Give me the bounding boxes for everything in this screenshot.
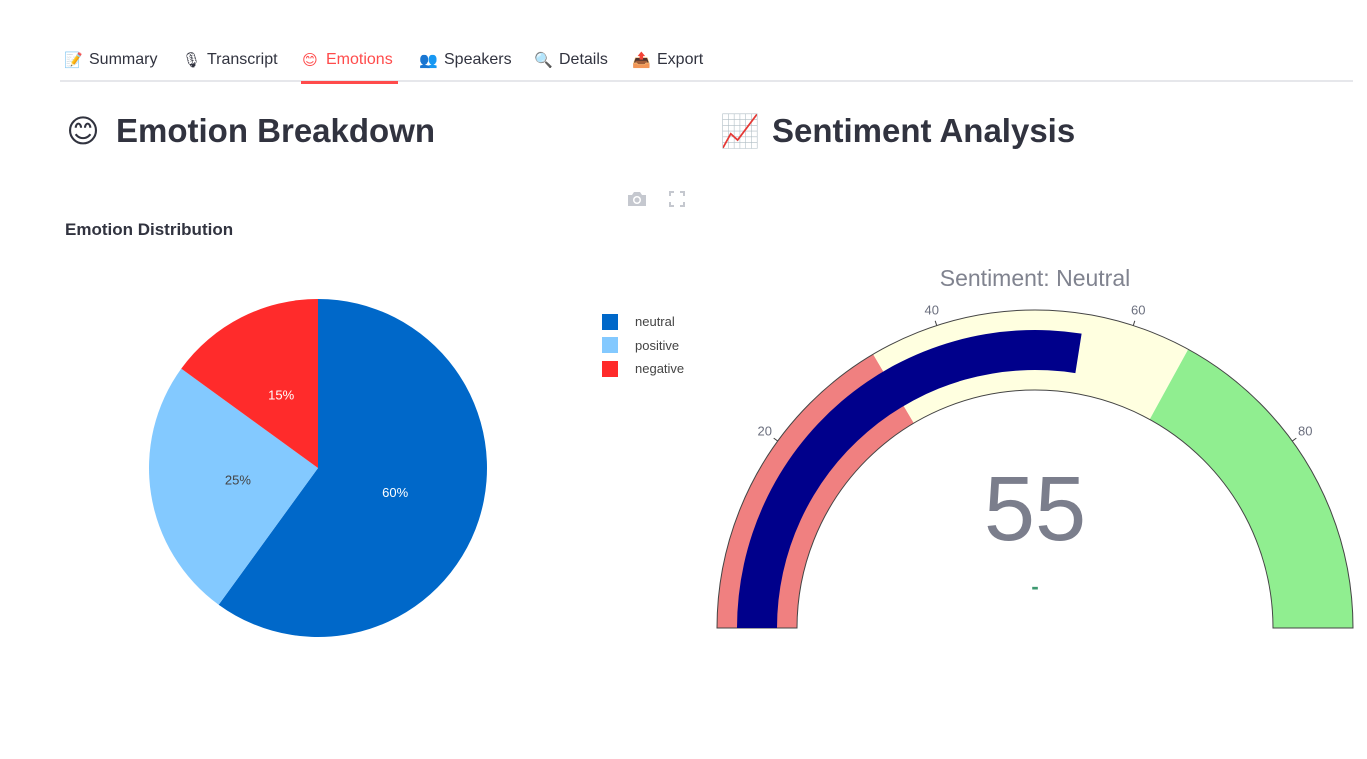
tab-bar: 📝 Summary 🎙 Transcript 😊 Emotions 👥 Spea… bbox=[60, 38, 1353, 84]
tab-details[interactable]: 🔍 Details bbox=[534, 38, 608, 82]
legend-swatch bbox=[602, 360, 618, 377]
legend-label: neutral bbox=[635, 314, 675, 330]
pie-label-negative: 15% bbox=[268, 388, 294, 403]
gauge-delta: - bbox=[1031, 574, 1038, 599]
chart-increasing-icon: 📈 bbox=[720, 113, 760, 149]
tab-label: Details bbox=[559, 51, 608, 68]
tab-label: Transcript bbox=[207, 51, 278, 68]
tab-speakers[interactable]: 👥 Speakers bbox=[419, 38, 512, 82]
legend-label: positive bbox=[635, 337, 680, 353]
gauge-title: Sentiment: Neutral bbox=[940, 265, 1130, 291]
tab-label: Emotions bbox=[326, 51, 393, 68]
tab-export[interactable]: 📤 Export bbox=[632, 38, 703, 82]
download-png-button[interactable] bbox=[626, 188, 648, 210]
legend-label: negative bbox=[635, 361, 685, 377]
legend-swatch bbox=[602, 313, 618, 330]
pie-label-positive: 25% bbox=[225, 473, 251, 488]
gauge-tick-mark bbox=[1291, 437, 1297, 442]
fullscreen-button[interactable] bbox=[666, 188, 688, 210]
people-icon: 👥 bbox=[419, 52, 438, 69]
tab-emotions[interactable]: 😊 Emotions bbox=[301, 38, 398, 84]
microphone-icon: 🎙 bbox=[182, 52, 202, 69]
legend-item-neutral[interactable]: neutral bbox=[602, 310, 684, 334]
camera-icon bbox=[628, 192, 646, 206]
tab-summary[interactable]: 📝 Summary bbox=[64, 38, 157, 82]
gauge-tick-mark bbox=[934, 320, 938, 326]
fullscreen-icon bbox=[669, 191, 685, 207]
gauge-tick-label: 60 bbox=[1131, 302, 1145, 317]
legend-item-negative[interactable]: negative bbox=[602, 357, 684, 381]
heading-text: Emotion Breakdown bbox=[116, 112, 436, 149]
gauge-value: 55 bbox=[984, 458, 1086, 560]
pie-legend: neutral positive negative bbox=[602, 310, 684, 381]
sentiment-analysis-heading: 📈 Sentiment Analysis bbox=[720, 112, 1075, 150]
heading-text: Sentiment Analysis bbox=[772, 112, 1076, 149]
pie-chart-title: Emotion Distribution bbox=[65, 220, 234, 239]
emotion-breakdown-heading: 😊 Emotion Breakdown bbox=[64, 112, 435, 150]
legend-swatch bbox=[602, 337, 618, 354]
pie-label-neutral: 60% bbox=[382, 485, 408, 500]
tab-label: Export bbox=[657, 51, 704, 68]
smiley-icon: 😊 bbox=[66, 113, 100, 149]
plot-modebar bbox=[626, 188, 688, 210]
emotion-pie-chart: 60% 25% 15% bbox=[148, 299, 487, 637]
tab-label: Summary bbox=[89, 51, 158, 68]
tab-transcript[interactable]: 🎙 Transcript bbox=[182, 38, 278, 82]
smiley-icon: 😊 bbox=[302, 52, 318, 69]
gauge-tick-label: 20 bbox=[758, 424, 772, 439]
gauge-tick-label: 40 bbox=[925, 302, 939, 317]
legend-item-positive[interactable]: positive bbox=[602, 334, 684, 358]
gauge-tick-mark bbox=[1132, 320, 1136, 326]
sentiment-gauge-chart: 20 40 60 80 Sentiment: Neutral 55 - bbox=[716, 265, 1354, 629]
memo-icon: 📝 bbox=[64, 52, 83, 69]
outbox-icon: 📤 bbox=[632, 52, 651, 69]
gauge-tick-label: 80 bbox=[1298, 424, 1312, 439]
gauge-tick-mark bbox=[773, 437, 779, 442]
gauge-step-2 bbox=[1149, 349, 1353, 628]
tab-label: Speakers bbox=[444, 51, 512, 68]
magnifier-icon: 🔍 bbox=[534, 52, 553, 69]
